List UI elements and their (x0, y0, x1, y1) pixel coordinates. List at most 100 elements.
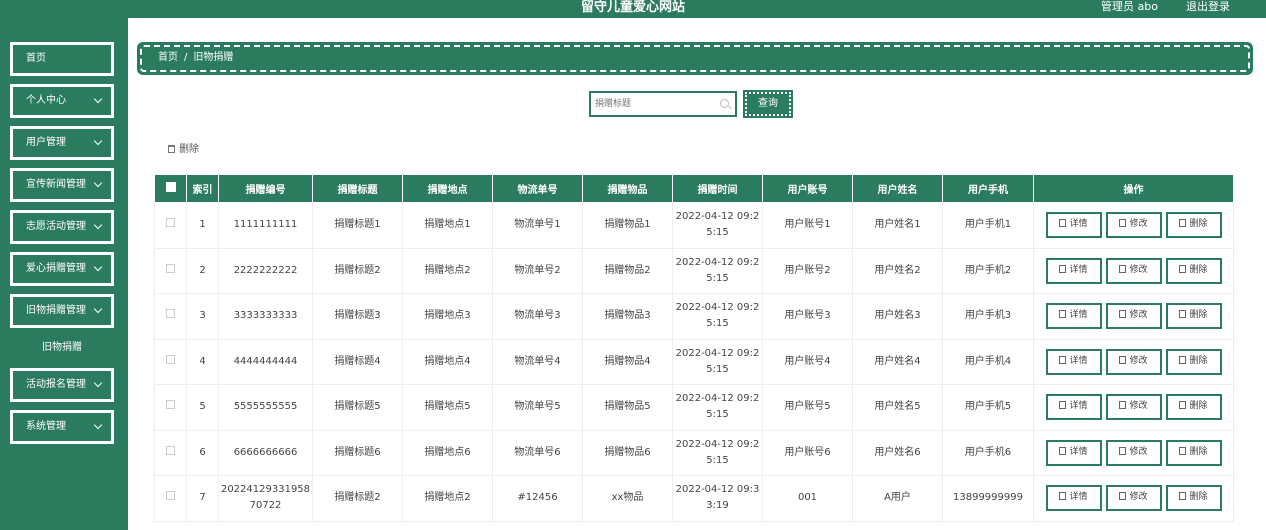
row-select-cell[interactable] (154, 247, 187, 294)
table-cell: 2222222222 (218, 247, 313, 294)
logout-link[interactable]: 退出登录 (1186, 0, 1230, 14)
table-row: 5 5555555555 捐赠标题5 捐赠地点5 物流单号5 捐赠物品5 2022-04-1… (154, 384, 1234, 431)
select-all-header[interactable] (154, 174, 187, 203)
table-cell: 捐赠物品4 (582, 338, 673, 385)
table-cell: 用户账号3 (762, 293, 853, 340)
detail-button[interactable]: 详情 (1045, 439, 1102, 466)
table-row: 3 3333333333 捐赠标题3 捐赠地点3 物流单号3 捐赠物品3 2022-04-1… (154, 293, 1234, 340)
edit-button[interactable]: 修改 (1105, 348, 1162, 375)
row-checkbox[interactable] (166, 400, 175, 410)
batch-delete-button[interactable]: 删除 (168, 140, 199, 155)
detail-button[interactable]: 详情 (1045, 485, 1102, 512)
detail-button[interactable]: 详情 (1045, 257, 1102, 284)
delete-button[interactable]: 删除 (1165, 348, 1222, 375)
row-select-cell[interactable] (154, 338, 187, 385)
sidebar-item-charity-donation[interactable]: 爱心捐赠管理 (10, 252, 114, 286)
row-checkbox[interactable] (166, 218, 175, 228)
edit-button[interactable]: 修改 (1105, 394, 1162, 421)
sidebar-item-label: 个人中心 (26, 95, 66, 106)
column-header: 捐赠物品 (582, 174, 673, 203)
document-icon (1059, 492, 1067, 501)
table-cell: 捐赠标题4 (312, 338, 403, 385)
row-checkbox[interactable] (166, 263, 175, 273)
row-select-cell[interactable] (154, 429, 187, 476)
edit-button[interactable]: 修改 (1105, 303, 1162, 330)
sidebar-item-label: 爱心捐赠管理 (26, 263, 86, 274)
search-button[interactable]: 查询 (743, 90, 793, 118)
breadcrumb: 首页 / 旧物捐赠 (137, 42, 1253, 75)
detail-button[interactable]: 详情 (1045, 394, 1102, 421)
sidebar-item-personal-center[interactable]: 个人中心 (10, 84, 114, 118)
chevron-down-icon (93, 94, 103, 104)
row-select-cell[interactable] (154, 475, 187, 522)
table-cell: 用户姓名3 (852, 293, 943, 340)
sidebar-item-news-management[interactable]: 宣传新闻管理 (10, 168, 114, 202)
document-icon (1059, 355, 1067, 364)
row-checkbox[interactable] (166, 491, 175, 501)
document-icon (1059, 264, 1067, 273)
table-cell: 用户姓名6 (852, 429, 943, 476)
detail-button[interactable]: 详情 (1045, 303, 1102, 330)
table-cell: 用户手机5 (942, 384, 1034, 431)
table-cell: 2022-04-12 09:33:19 (672, 475, 763, 522)
trash-icon (1179, 401, 1187, 410)
table-cell: 用户手机1 (942, 202, 1034, 249)
sidebar-item-used-donation[interactable]: 旧物捐赠管理 (10, 294, 114, 328)
row-select-cell[interactable] (154, 293, 187, 340)
edit-button[interactable]: 修改 (1105, 212, 1162, 239)
donation-table: 索引 捐赠编号 捐赠标题 捐赠地点 物流单号 捐赠物品 捐赠时间 用户账号 用户… (154, 174, 1234, 522)
edit-button[interactable]: 修改 (1105, 485, 1162, 512)
row-select-cell[interactable] (154, 384, 187, 431)
edit-button[interactable]: 修改 (1105, 439, 1162, 466)
trash-icon (1179, 446, 1187, 455)
delete-button[interactable]: 删除 (1165, 257, 1222, 284)
row-checkbox[interactable] (166, 445, 175, 455)
breadcrumb-home[interactable]: 首页 (158, 52, 178, 63)
row-select-cell[interactable] (154, 202, 187, 249)
table-cell: 物流单号5 (492, 384, 583, 431)
detail-label: 详情 (1069, 446, 1088, 457)
table-cell: 物流单号3 (492, 293, 583, 340)
select-all-checkbox[interactable] (165, 182, 176, 192)
table-cell: 2022-04-12 09:25:15 (672, 429, 763, 476)
table-cell: 用户手机2 (942, 247, 1034, 294)
table-cell: 3333333333 (218, 293, 313, 340)
detail-button[interactable]: 详情 (1045, 212, 1102, 239)
table-cell: 用户手机4 (942, 338, 1034, 385)
row-checkbox[interactable] (166, 309, 175, 319)
delete-button[interactable]: 删除 (1165, 485, 1222, 512)
detail-button[interactable]: 详情 (1045, 348, 1102, 375)
delete-button[interactable]: 删除 (1165, 439, 1222, 466)
sidebar-item-label: 活动报名管理 (26, 379, 86, 390)
sidebar-item-label: 志愿活动管理 (26, 221, 86, 232)
search-field[interactable] (589, 91, 737, 117)
sidebar-item-home[interactable]: 首页 (10, 42, 114, 76)
sidebar-item-volunteer-management[interactable]: 志愿活动管理 (10, 210, 114, 244)
pencil-icon (1119, 264, 1127, 273)
delete-button[interactable]: 删除 (1165, 303, 1222, 330)
table-cell: 捐赠物品2 (582, 247, 673, 294)
table-body: 1 1111111111 捐赠标题1 捐赠地点1 物流单号1 捐赠物品1 2022-04-1… (154, 202, 1234, 522)
sidebar-item-user-management[interactable]: 用户管理 (10, 126, 114, 160)
sidebar-item-label: 系统管理 (26, 421, 66, 432)
table-cell: 物流单号6 (492, 429, 583, 476)
table-cell: 捐赠标题6 (312, 429, 403, 476)
delete-button[interactable]: 删除 (1165, 212, 1222, 239)
table-cell: 用户账号4 (762, 338, 853, 385)
edit-button[interactable]: 修改 (1105, 257, 1162, 284)
row-checkbox[interactable] (166, 354, 175, 364)
column-header: 用户账号 (762, 174, 853, 203)
trash-icon (1179, 310, 1187, 319)
table-cell: 捐赠地点6 (402, 429, 493, 476)
trash-icon (1179, 264, 1187, 273)
sidebar-item-system-management[interactable]: 系统管理 (10, 410, 114, 444)
search-input[interactable] (595, 96, 715, 112)
table-row: 2 2222222222 捐赠标题2 捐赠地点2 物流单号2 捐赠物品2 2022-04-1… (154, 247, 1234, 294)
table-cell: 2022-04-12 09:25:15 (672, 338, 763, 385)
table-cell: 捐赠地点4 (402, 338, 493, 385)
edit-label: 修改 (1129, 219, 1148, 230)
table-cell: 4 (186, 338, 219, 385)
sidebar-subitem-used-donation[interactable]: 旧物捐赠 (10, 335, 114, 361)
delete-button[interactable]: 删除 (1165, 394, 1222, 421)
sidebar-item-activity-signup[interactable]: 活动报名管理 (10, 368, 114, 402)
